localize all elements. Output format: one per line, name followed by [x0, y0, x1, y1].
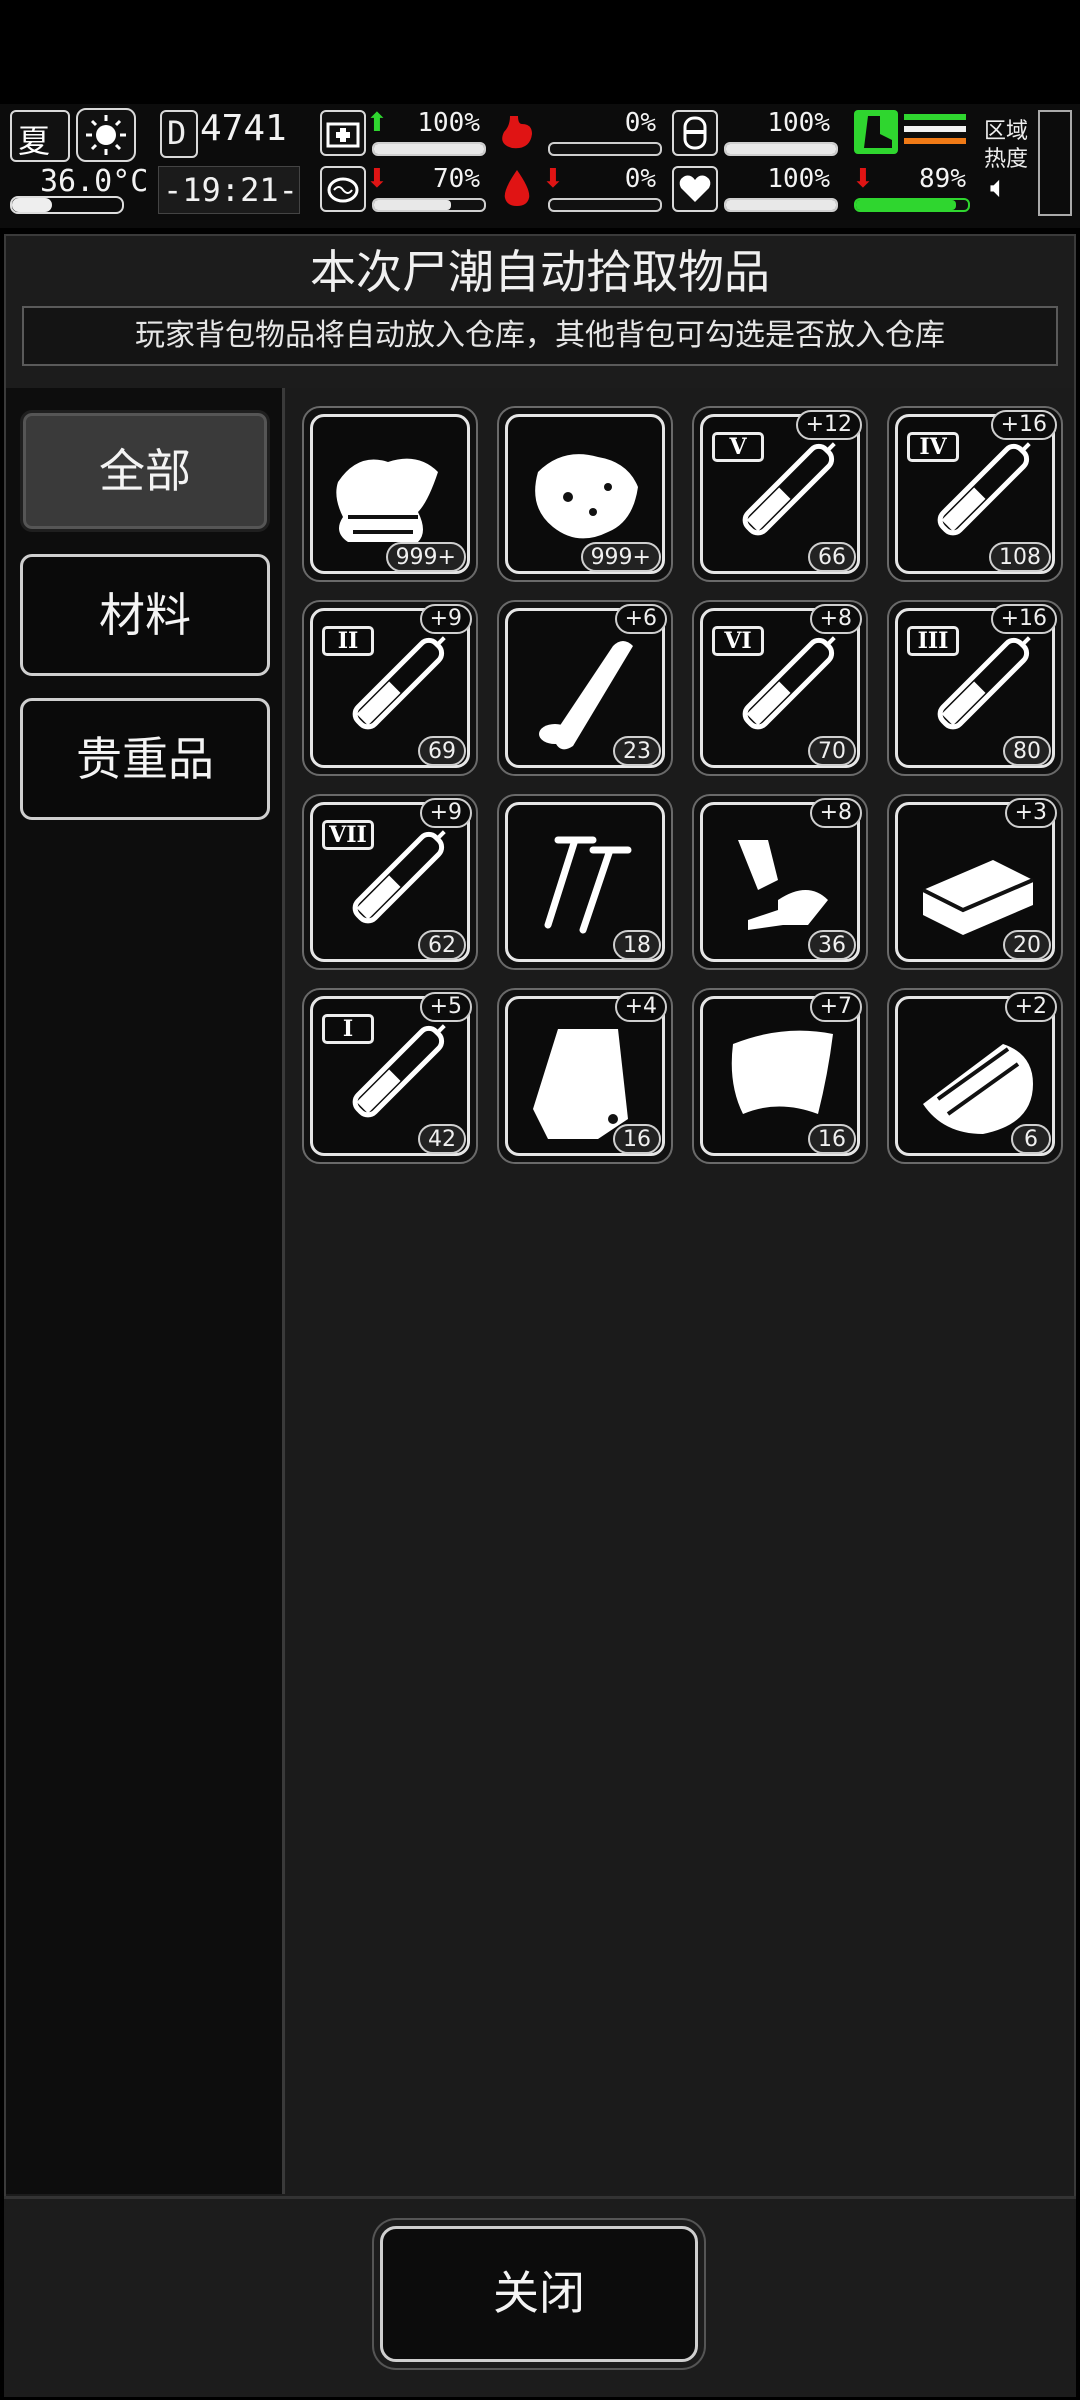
increment-badge: +8 — [809, 798, 862, 828]
increment-badge: +9 — [419, 798, 472, 828]
increment-badge: +5 — [419, 992, 472, 1022]
stamina-icon — [672, 110, 718, 156]
item-grid: 999+ 999+ V +12 66 IV +16 108 II +9 69 +6 23 VI +8 70 II… — [286, 388, 1074, 2194]
stamina-bar — [724, 142, 838, 156]
item-count: 70 — [808, 736, 856, 766]
tier-badge: VI — [712, 626, 764, 656]
item-count: 62 — [418, 930, 466, 960]
item-slot[interactable]: 999+ — [497, 406, 673, 582]
thirst-pct: 0% — [624, 164, 656, 194]
sanity-bar — [372, 198, 486, 212]
time-box: -19:21- — [158, 166, 300, 214]
fatigue-bar — [854, 198, 970, 212]
item-count: 999+ — [580, 542, 661, 572]
item-slot[interactable]: +7 16 — [692, 988, 868, 1164]
brain-icon — [320, 166, 366, 212]
health-bar — [372, 142, 486, 156]
increment-badge: +7 — [809, 992, 862, 1022]
item-count: 23 — [613, 736, 661, 766]
item-count: 16 — [808, 1124, 856, 1154]
boot-icon — [854, 110, 898, 154]
speaker-icon[interactable]: 🔈︎ — [990, 170, 1008, 205]
thermometer-icon — [10, 196, 124, 214]
item-count: 36 — [808, 930, 856, 960]
tier-badge: II — [322, 626, 374, 656]
fatigue-stripe-icon — [904, 114, 966, 152]
sanity-pct: 70% — [433, 164, 480, 194]
hunger-pct: 0% — [624, 108, 656, 138]
item-count: 6 — [1011, 1124, 1051, 1154]
increment-badge: +6 — [614, 604, 667, 634]
item-slot[interactable]: VII +9 62 — [302, 794, 478, 970]
item-count: 18 — [613, 930, 661, 960]
tier-badge: V — [712, 432, 764, 462]
close-button[interactable]: 关闭 — [380, 2226, 698, 2362]
tab-all[interactable]: 全部 — [20, 410, 270, 532]
item-slot[interactable]: V +12 66 — [692, 406, 868, 582]
increment-badge: +16 — [990, 410, 1057, 440]
item-slot[interactable]: III +16 80 — [887, 600, 1063, 776]
heart-bar — [724, 198, 838, 212]
increment-badge: +2 — [1004, 992, 1057, 1022]
item-slot[interactable]: IV +16 108 — [887, 406, 1063, 582]
time-readout: -19:21- — [163, 171, 298, 209]
item-slot[interactable]: +4 16 — [497, 988, 673, 1164]
item-slot[interactable]: +2 6 — [887, 988, 1063, 1164]
temperature-readout: 36.0°C — [40, 164, 149, 199]
item-count: 16 — [613, 1124, 661, 1154]
item-slot[interactable]: 18 — [497, 794, 673, 970]
hunger-bar — [548, 142, 662, 156]
day-icon: D — [160, 110, 198, 158]
item-count: 108 — [989, 542, 1051, 572]
fatigue-pct: 89% — [919, 164, 966, 194]
tier-badge: IV — [907, 432, 959, 462]
zone-heat-label: 区域 热度 — [984, 119, 1029, 172]
item-slot[interactable]: II +9 69 — [302, 600, 478, 776]
tab-materials[interactable]: 材料 — [20, 554, 270, 676]
day-counter: 4741 — [200, 108, 287, 149]
season-badge: 夏 — [10, 110, 70, 162]
increment-badge: +9 — [419, 604, 472, 634]
item-count: 42 — [418, 1124, 466, 1154]
item-count: 20 — [1003, 930, 1051, 960]
stomach-icon — [496, 110, 538, 152]
heart-icon — [672, 166, 718, 212]
increment-badge: +3 — [1004, 798, 1057, 828]
item-slot[interactable]: +6 23 — [497, 600, 673, 776]
item-slot[interactable]: +8 36 — [692, 794, 868, 970]
increment-badge: +4 — [614, 992, 667, 1022]
item-count: 999+ — [385, 542, 466, 572]
item-slot[interactable]: VI +8 70 — [692, 600, 868, 776]
dialog-subtitle: 玩家背包物品将自动放入仓库，其他背包可勾选是否放入仓库 — [22, 306, 1058, 366]
tier-badge: I — [322, 1014, 374, 1044]
increment-badge: +16 — [990, 604, 1057, 634]
category-sidebar: 全部 材料 贵重品 — [6, 388, 285, 2194]
item-slot[interactable]: 999+ — [302, 406, 478, 582]
water-drop-icon — [496, 166, 538, 208]
increment-badge: +8 — [809, 604, 862, 634]
hud-bar: 夏 36.0°C D 4741 -19:21- ⬆ 100% ⬇ 70% 0% … — [0, 104, 1080, 228]
item-slot[interactable]: +3 20 — [887, 794, 1063, 970]
item-count: 66 — [808, 542, 856, 572]
health-pct: 100% — [417, 108, 480, 138]
item-count: 80 — [1003, 736, 1051, 766]
dialog-title: 本次尸潮自动拾取物品 — [310, 245, 770, 299]
tier-badge: VII — [322, 820, 374, 850]
medkit-icon — [320, 110, 366, 156]
season-label: 夏 — [18, 122, 51, 160]
tab-valuables[interactable]: 贵重品 — [20, 698, 270, 820]
stamina-pct: 100% — [767, 108, 830, 138]
tier-badge: III — [907, 626, 959, 656]
thirst-bar — [548, 198, 662, 212]
item-count: 69 — [418, 736, 466, 766]
sun-icon — [76, 108, 136, 162]
zone-heat-meter — [1038, 110, 1072, 216]
increment-badge: +12 — [795, 410, 862, 440]
item-slot[interactable]: I +5 42 — [302, 988, 478, 1164]
heart-pct: 100% — [767, 164, 830, 194]
